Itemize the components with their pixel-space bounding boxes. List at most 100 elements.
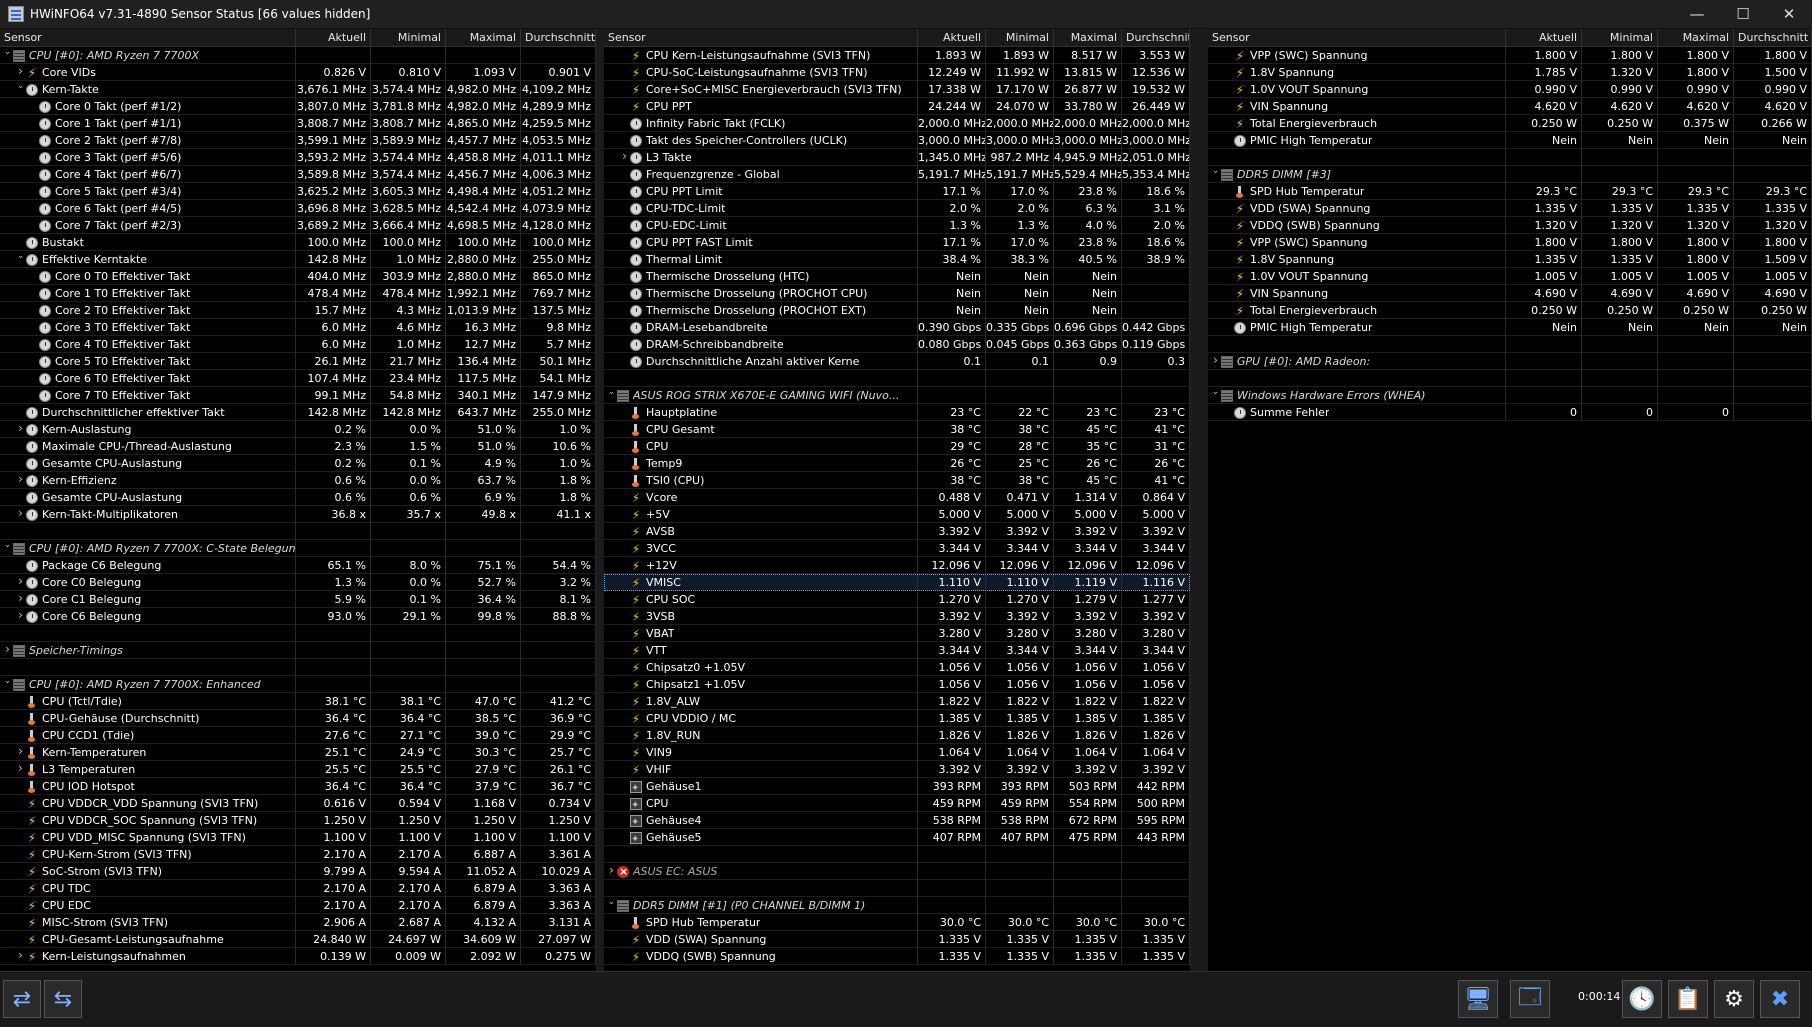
sensor-row[interactable]: Core 5 Takt (perf #3/4) 3,625.2 MHz 3,605.… [0,183,596,200]
sensor-row[interactable]: CPU VDD_MISC Spannung (SVI3 TFN)1.100 V1… [0,829,596,846]
sensor-row[interactable]: Chipsatz0 +1.05V1.056 V1.056 V1.056 V1.0… [604,659,1190,676]
expand-chevron-icon[interactable] [15,506,26,523]
sensor-group-row[interactable]: CPU [#0]: AMD Ryzen 7 7700X: C-State Bel… [0,540,596,557]
expand-chevron-icon[interactable] [15,574,26,591]
sensor-row[interactable]: DRAM-Lesebandbreite 0.390 Gbps 0.335 Gbps 0… [604,319,1190,336]
collapse-chevron-icon[interactable] [2,540,13,557]
expand-chevron-icon[interactable] [15,744,26,761]
sensor-row[interactable]: Temp9 26 °C 25 °C 26 °C 26 °C [604,455,1190,472]
sensor-row[interactable]: Thermal Limit 38.4 % 38.3 % 40.5 % 38.9 % [604,251,1190,268]
sensor-row[interactable]: CPU-Gesamt-Leistungsaufnahme 24.840 W24.6… [0,931,596,948]
sensor-row[interactable]: VIN91.064 V1.064 V1.064 V1.064 V [604,744,1190,761]
sensor-row[interactable]: VTT3.344 V3.344 V3.344 V3.344 V [604,642,1190,659]
expand-chevron-icon[interactable] [619,149,630,166]
settings-button[interactable]: ⚙ [1714,980,1754,1018]
sensor-row[interactable]: CPU VDDCR_SOC Spannung (SVI3 TFN) 1.250 V… [0,812,596,829]
sensor-row[interactable]: Core 1 T0 Effektiver Takt 478.4 MHz 478.4 … [0,285,596,302]
sensor-row[interactable]: SoC-Strom (SVI3 TFN) 9.799 A9.594 A11.052… [0,863,596,880]
sensor-row[interactable]: Frequenzgrenze - Global 5,191.7 MHz 5,191.… [604,166,1190,183]
column-header-avg[interactable]: Durchschnitt [521,29,596,47]
column-header-min[interactable]: Minimal [371,29,446,47]
collapse-chevron-icon[interactable] [1210,387,1221,404]
sensor-row[interactable]: CPU SOC1.270 V1.270 V1.279 V1.277 V [604,591,1190,608]
sensor-row[interactable]: +12V12.096 V12.096 V12.096 V12.096 V [604,557,1190,574]
collapse-chevron-icon[interactable] [2,47,13,64]
network-button[interactable]: 🖥 [1458,980,1498,1018]
sensor-row[interactable]: VPP (SWC) Spannung1.800 V1.800 V1.800 V1… [1208,234,1812,251]
sensor-row[interactable]: SPD Hub Temperatur 29.3 °C 29.3 °C 29.3 °C 2… [1208,183,1812,200]
collapse-chevron-icon[interactable] [606,387,617,404]
remote-button[interactable]: 🗔 [1510,980,1550,1018]
collapse-chevron-icon[interactable] [2,676,13,693]
expand-chevron-icon[interactable] [15,421,26,438]
sensor-row[interactable]: DRAM-Schreibbandbreite 0.080 Gbps 0.045 Gb… [604,336,1190,353]
column-header-sensor[interactable]: Sensor [1208,29,1506,47]
column-header-min[interactable]: Minimal [1582,29,1658,47]
sensor-group-row[interactable]: Windows Hardware Errors (WHEA) [1208,387,1812,404]
sensor-row[interactable]: 3VSB3.392 V3.392 V3.392 V3.392 V [604,608,1190,625]
sensor-row[interactable]: VBAT3.280 V3.280 V3.280 V3.280 V [604,625,1190,642]
sensor-row[interactable]: Core 0 T0 Effektiver Takt 404.0 MHz 303.9 … [0,268,596,285]
sensor-row[interactable]: PMIC High Temperatur Nein Nein Nein Nein [1208,132,1812,149]
sensor-group-row[interactable]: GPU [#0]: AMD Radeon: [1208,353,1812,370]
sensor-row[interactable]: L3 Takte 1,345.0 MHz987.2 MHz4,945.9 MHz2… [604,149,1190,166]
sensor-row[interactable]: CPU-TDC-Limit 2.0 % 2.0 % 6.3 % 3.1 % [604,200,1190,217]
sensor-group-row[interactable]: CPU [#0]: AMD Ryzen 7 7700X: Enhanced [0,676,596,693]
expand-chevron-icon[interactable] [15,608,26,625]
nav-left-button[interactable]: ⇄ [3,980,41,1018]
sensor-row[interactable]: CPU CCD1 (Tdie) 27.6 °C 27.1 °C 39.0 °C 29.9… [0,727,596,744]
sensor-row[interactable]: CPU 29 °C 28 °C 35 °C 31 °C [604,438,1190,455]
sensor-row[interactable]: TSI0 (CPU) 38 °C 38 °C 45 °C 41 °C [604,472,1190,489]
column-header-min[interactable]: Minimal [986,29,1054,47]
expand-chevron-icon[interactable] [15,64,26,81]
sensor-row[interactable]: CPU Kern-Leistungsaufnahme (SVI3 TFN) 1.8… [604,47,1190,64]
sensor-row[interactable]: VDD (SWA) Spannung1.335 V1.335 V1.335 V1… [1208,200,1812,217]
sensor-row[interactable]: CPU PPT FAST Limit 17.1 % 17.0 % 23.8 % 18.6… [604,234,1190,251]
sensor-row[interactable]: VHIF3.392 V3.392 V3.392 V3.392 V [604,761,1190,778]
sensor-row[interactable]: Summe Fehler 0 0 0 [1208,404,1812,421]
column-header-max[interactable]: Maximal [1658,29,1734,47]
sensor-row[interactable]: CPU PPT 24.244 W24.070 W33.780 W26.449 W [604,98,1190,115]
sensor-row[interactable]: CPU459 RPM459 RPM554 RPM500 RPM [604,795,1190,812]
sensor-row[interactable]: L3 Temperaturen25.5 °C25.5 °C27.9 °C26.1… [0,761,596,778]
sensor-row[interactable]: Core 2 Takt (perf #7/8) 3,599.1 MHz 3,589.… [0,132,596,149]
sensor-row[interactable]: Core 1 Takt (perf #1/1) 3,808.7 MHz 3,808.… [0,115,596,132]
sensor-row[interactable]: Core 7 Takt (perf #2/3) 3,689.2 MHz 3,666.… [0,217,596,234]
sensor-row[interactable]: 1.8V Spannung1.335 V1.335 V1.800 V1.509 … [1208,251,1812,268]
collapse-chevron-icon[interactable] [606,897,617,914]
expand-chevron-icon[interactable] [15,761,26,778]
sensor-row[interactable]: Kern-Temperaturen 25.1 °C24.9 °C30.3 °C25… [0,744,596,761]
sensor-row[interactable]: Kern-Takt-Multiplikatoren 36.8 x35.7 x49.… [0,506,596,523]
column-header-sensor[interactable]: Sensor [0,29,296,47]
sensor-row[interactable]: Core 4 Takt (perf #6/7) 3,589.8 MHz 3,574.… [0,166,596,183]
sensor-group-row[interactable]: ASUS ROG STRIX X670E-E GAMING WIFI (Nuvo… [604,387,1190,404]
sensor-row[interactable]: CPU EDC2.170 A2.170 A6.879 A3.363 A [0,897,596,914]
sensor-row[interactable]: Core C0 Belegung 1.3 %0.0 %52.7 %3.2 % [0,574,596,591]
sensor-row[interactable]: Core 2 T0 Effektiver Takt 15.7 MHz 4.3 MHz… [0,302,596,319]
sensor-row[interactable]: Thermische Drosselung (PROCHOT CPU) Nein N… [604,285,1190,302]
sensor-row[interactable]: 3VCC3.344 V3.344 V3.344 V3.344 V [604,540,1190,557]
sensor-row[interactable]: Durchschnittlicher effektiver Takt 142.8 … [0,404,596,421]
sensor-row[interactable]: CPU TDC2.170 A2.170 A6.879 A3.363 A [0,880,596,897]
sensor-row[interactable]: CPU IOD Hotspot 36.4 °C 36.4 °C 37.9 °C 36.7… [0,778,596,795]
sensor-group-row[interactable]: DDR5 DIMM [#1] (P0 CHANNEL B/DIMM 1) [604,897,1190,914]
exit-button[interactable]: ✖ [1760,980,1800,1018]
sensor-row[interactable]: Bustakt 100.0 MHz 100.0 MHz 100.0 MHz 100.0 … [0,234,596,251]
sensor-row[interactable]: VPP (SWC) Spannung1.800 V1.800 V1.800 V1… [1208,47,1812,64]
sensor-panel-2[interactable]: SensorAktuellMinimalMaximalDurchschnittC… [604,29,1190,971]
sensor-row[interactable]: Package C6 Belegung 65.1 % 8.0 % 75.1 % 54.4… [0,557,596,574]
maximize-button[interactable]: ☐ [1720,0,1766,29]
sensor-row[interactable]: Kern-Takte 3,676.1 MHz3,574.4 MHz4,982.0 … [0,81,596,98]
clock-button[interactable]: 🕓 [1622,980,1662,1018]
sensor-row[interactable]: MISC-Strom (SVI3 TFN) 2.906 A2.687 A4.132… [0,914,596,931]
sensor-row[interactable]: Total Energieverbrauch0.250 W0.250 W0.25… [1208,302,1812,319]
sensor-row[interactable]: VIN Spannung4.690 V4.690 V4.690 V4.690 V [1208,285,1812,302]
nav-right-button[interactable]: ⇆ [44,980,82,1018]
panel-splitter[interactable] [1190,29,1208,971]
sensor-row[interactable]: Gesamte CPU-Auslastung 0.2 % 0.1 % 4.9 % 1.0… [0,455,596,472]
report-button[interactable]: 📋 [1668,980,1708,1018]
sensor-row[interactable]: +5V5.000 V5.000 V5.000 V5.000 V [604,506,1190,523]
sensor-row[interactable]: Gehäuse4538 RPM538 RPM672 RPM595 RPM [604,812,1190,829]
column-header-avg[interactable]: Durchschnitt [1122,29,1190,47]
sensor-row[interactable]: VDD (SWA) Spannung1.335 V1.335 V1.335 V1… [604,931,1190,948]
